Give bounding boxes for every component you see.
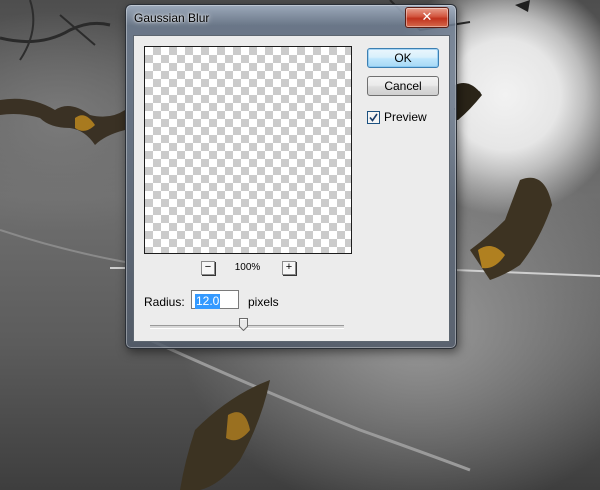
close-icon: ✕ xyxy=(421,10,433,25)
radius-value: 12.0 xyxy=(195,294,221,309)
radius-input[interactable]: 12.0 xyxy=(191,290,239,309)
preview-option[interactable]: Preview xyxy=(367,109,427,125)
zoom-in-button[interactable]: + xyxy=(282,261,296,275)
zoom-level-readout: 100% xyxy=(234,262,261,273)
dialog-title: Gaussian Blur xyxy=(134,11,210,25)
ok-button[interactable]: OK xyxy=(367,48,439,68)
cancel-button[interactable]: Cancel xyxy=(367,76,439,96)
gaussian-blur-dialog: Gaussian Blur ✕ − 100% + OK Cancel Previ… xyxy=(125,4,457,349)
plus-icon: + xyxy=(285,261,293,273)
checkmark-icon xyxy=(369,113,378,122)
preview-label: Preview xyxy=(384,110,427,124)
dialog-content: − 100% + OK Cancel Preview Radius: 12.0 … xyxy=(133,35,450,342)
dialog-titlebar[interactable]: Gaussian Blur ✕ xyxy=(126,5,456,31)
radius-unit-label: pixels xyxy=(248,295,279,309)
minus-icon: − xyxy=(204,261,212,273)
close-button[interactable]: ✕ xyxy=(405,7,449,28)
radius-label: Radius: xyxy=(144,295,185,309)
radius-slider-thumb[interactable] xyxy=(238,318,248,331)
zoom-out-button[interactable]: − xyxy=(201,261,215,275)
filter-preview-area[interactable] xyxy=(144,46,352,254)
preview-checkbox[interactable] xyxy=(367,110,380,124)
